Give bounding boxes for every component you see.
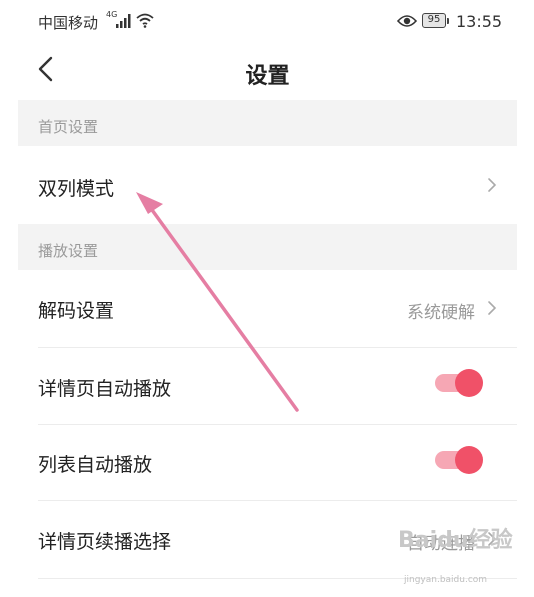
row-label: 列表自动播放 (38, 454, 153, 476)
clock-time: 13:55 (456, 12, 503, 31)
toggle-knob (455, 369, 483, 397)
signal-icon (116, 14, 131, 28)
list-autoplay-toggle[interactable] (435, 446, 483, 474)
section-header-home: 首页设置 (18, 100, 517, 146)
chevron-right-icon (488, 178, 497, 192)
row-label: 双列模式 (38, 178, 115, 200)
chevron-right-icon (488, 301, 497, 315)
detail-autoplay-toggle[interactable] (435, 369, 483, 397)
watermark-text: Baidu经验 (398, 528, 513, 553)
section-header-label: 首页设置 (38, 118, 99, 136)
nav-bar: 设置 (18, 44, 517, 100)
section-header-label: 播放设置 (38, 242, 99, 260)
row-decode-settings[interactable]: 解码设置 系统硬解 (18, 270, 517, 347)
row-list-autoplay: 列表自动播放 (18, 425, 517, 500)
baidu-watermark: Baidu经验 (398, 522, 513, 554)
carrier-name: 中国移动 (38, 14, 99, 32)
row-detail-autoplay: 详情页自动播放 (18, 348, 517, 424)
decode-value: 系统硬解 (407, 303, 475, 323)
wifi-icon (136, 13, 154, 28)
eye-comfort-icon (397, 15, 417, 27)
status-bar: 中国移动 4G 95 13:55 (18, 0, 517, 44)
battery-tip (447, 18, 449, 24)
row-dual-column-mode[interactable]: 双列模式 (18, 146, 517, 224)
page-title: 设置 (245, 64, 290, 89)
row-label: 详情页自动播放 (38, 378, 172, 400)
row-label: 解码设置 (38, 300, 115, 322)
row-label: 详情页续播选择 (38, 531, 172, 553)
toggle-knob (455, 446, 483, 474)
watermark-url: jingyan.baidu.com (404, 575, 488, 585)
section-header-playback: 播放设置 (18, 224, 517, 270)
settings-screen: 中国移动 4G 95 13:55 设置 首页设置 双列模式 播放设置 解码设置 … (18, 0, 517, 597)
battery-indicator: 95 (422, 13, 446, 28)
